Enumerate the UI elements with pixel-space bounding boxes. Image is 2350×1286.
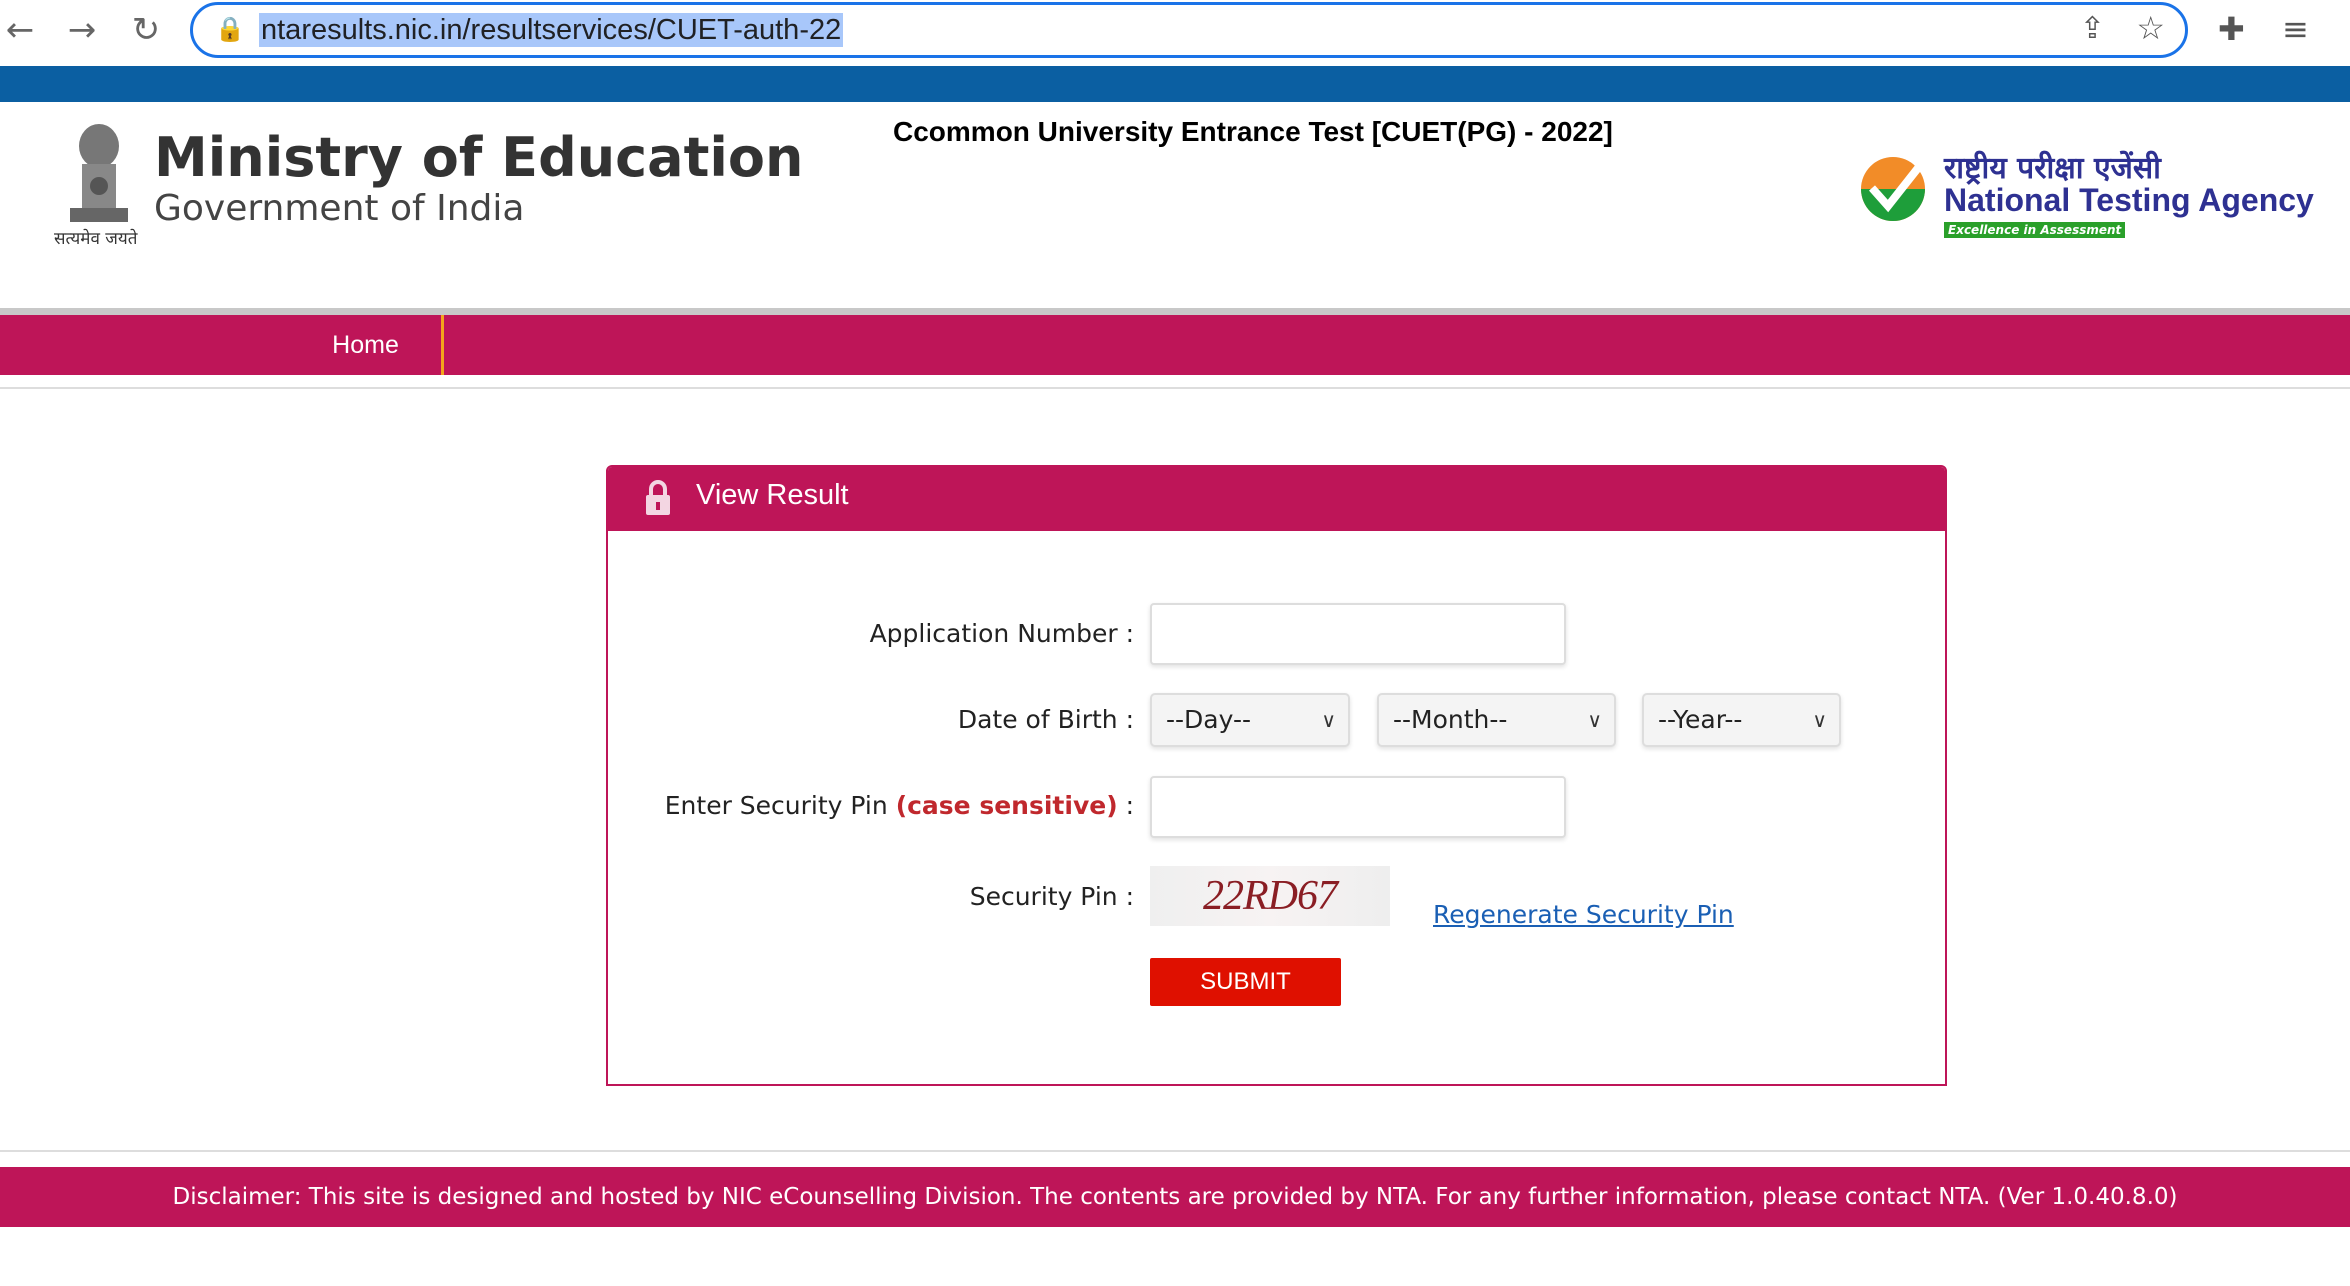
day-select[interactable]: --Day-- ∨	[1150, 693, 1350, 747]
share-icon[interactable]: ⇪	[2080, 11, 2105, 46]
captcha-image: 22RD67	[1150, 866, 1390, 926]
captcha-label: Security Pin :	[969, 882, 1134, 911]
reload-icon[interactable]: ↻	[126, 10, 166, 50]
year-select-value: --Year--	[1658, 705, 1743, 734]
star-icon[interactable]: ☆	[2136, 9, 2165, 47]
browser-toolbar: ← → ↻ 🔒 ntaresults.nic.in/resultservices…	[0, 0, 2350, 66]
security-pin-input[interactable]	[1150, 776, 1566, 838]
divider	[0, 308, 2350, 315]
submit-button[interactable]: SUBMIT	[1150, 958, 1341, 1006]
footer-disclaimer: Disclaimer: This site is designed and ho…	[0, 1167, 2350, 1227]
nta-name: National Testing Agency	[1944, 182, 2314, 218]
extensions-icon[interactable]: ✚	[2218, 10, 2245, 48]
lock-icon[interactable]: 🔒	[215, 15, 245, 43]
lock-icon	[646, 480, 670, 515]
divider	[0, 387, 2350, 389]
month-select[interactable]: --Month-- ∨	[1377, 693, 1616, 747]
url-text[interactable]: ntaresults.nic.in/resultservices/CUET-au…	[259, 13, 844, 47]
address-bar[interactable]: 🔒 ntaresults.nic.in/resultservices/CUET-…	[190, 2, 2188, 58]
ministry-subtitle: Government of India	[154, 188, 525, 229]
panel-title: View Result	[696, 479, 849, 511]
media-icon[interactable]: ≡	[2282, 10, 2309, 48]
day-select-value: --Day--	[1166, 705, 1252, 734]
year-select[interactable]: --Year-- ∨	[1642, 693, 1841, 747]
ministry-title: Ministry of Education	[154, 126, 804, 189]
nta-tagline: Excellence in Assessment	[1944, 222, 2126, 238]
chevron-down-icon: ∨	[1812, 708, 1827, 732]
nav-home[interactable]: Home	[290, 315, 444, 375]
chevron-down-icon: ∨	[1321, 708, 1336, 732]
application-number-input[interactable]	[1150, 603, 1566, 665]
regenerate-pin-link[interactable]: Regenerate Security Pin	[1433, 900, 1734, 929]
dob-label: Date of Birth :	[957, 705, 1134, 734]
top-bar	[0, 66, 2350, 102]
forward-icon[interactable]: →	[62, 10, 102, 50]
security-pin-label-text: Enter Security Pin	[664, 791, 888, 820]
nta-logo-icon	[1861, 157, 1925, 221]
emblem-motto: सत्यमेव जयते	[54, 229, 138, 249]
divider	[0, 1150, 2350, 1152]
nta-hindi-name: राष्ट्रीय परीक्षा एजेंसी	[1944, 151, 2161, 186]
month-select-value: --Month--	[1393, 705, 1508, 734]
back-icon[interactable]: ←	[0, 10, 40, 50]
panel-header: View Result	[608, 467, 1945, 531]
case-sensitive-note: (case sensitive)	[895, 791, 1118, 820]
label-colon: :	[1117, 791, 1134, 820]
security-pin-label: Enter Security Pin (case sensitive) :	[0, 791, 1134, 820]
chevron-down-icon: ∨	[1587, 708, 1602, 732]
application-number-label: Application Number :	[869, 619, 1134, 648]
exam-title: Ccommon University Entrance Test [CUET(P…	[893, 116, 1613, 147]
